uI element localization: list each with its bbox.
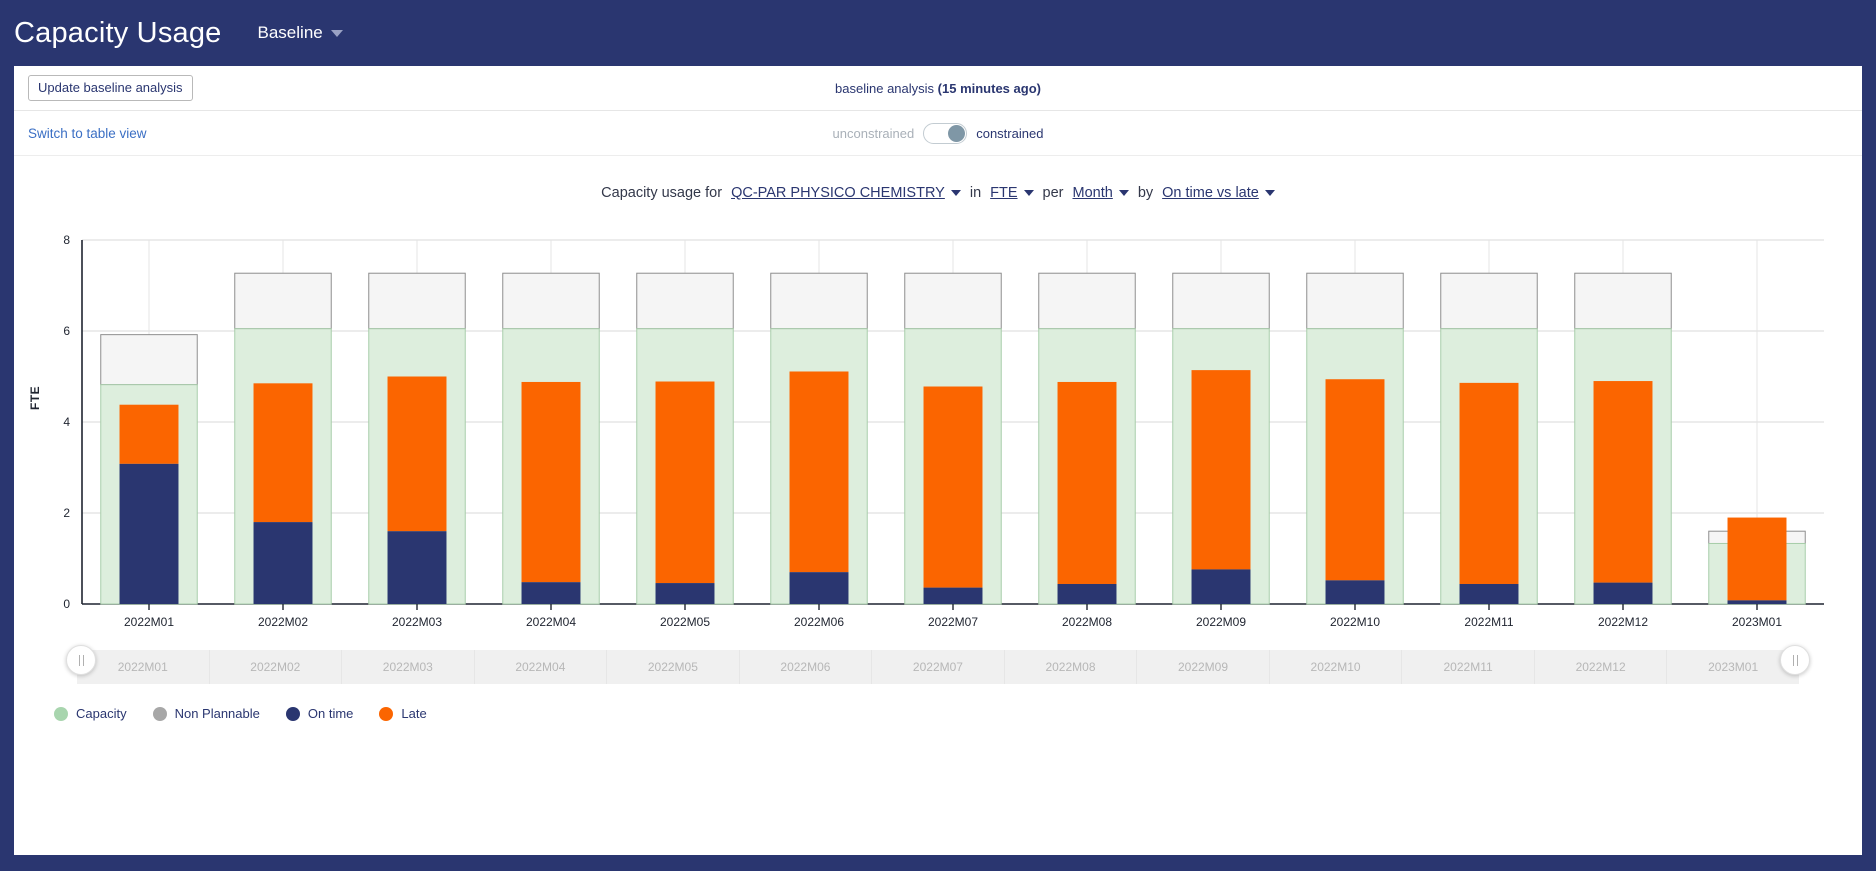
svg-text:2022M11: 2022M11 bbox=[1464, 615, 1513, 629]
chevron-down-icon bbox=[1118, 190, 1129, 196]
filter-in-label: in bbox=[969, 185, 982, 201]
baseline-status: baseline analysis (15 minutes ago) bbox=[14, 81, 1862, 96]
baseline-status-age: (15 minutes ago) bbox=[937, 80, 1041, 96]
content-panel: Update baseline analysis baseline analys… bbox=[14, 66, 1862, 855]
legend-swatch-icon bbox=[379, 706, 394, 721]
app-header: Capacity Usage Baseline bbox=[0, 0, 1876, 66]
legend-item-capacity[interactable]: Capacity bbox=[54, 706, 127, 721]
grouping-filter-value: On time vs late bbox=[1162, 185, 1259, 201]
chevron-down-icon bbox=[1264, 190, 1275, 196]
range-slider-tick: 2023M01 bbox=[1666, 650, 1799, 684]
period-filter-value: Month bbox=[1072, 185, 1113, 201]
entity-filter-value: QC-PAR PHYSICO CHEMISTRY bbox=[731, 185, 945, 201]
constrained-toggle-switch[interactable] bbox=[923, 122, 968, 144]
baseline-status-prefix: baseline analysis bbox=[835, 80, 935, 96]
unit-filter-dropdown[interactable]: FTE bbox=[990, 185, 1034, 201]
grouping-filter-dropdown[interactable]: On time vs late bbox=[1162, 185, 1275, 201]
range-slider-tick: 2022M04 bbox=[473, 650, 607, 684]
filter-per-label: per bbox=[1042, 185, 1064, 201]
range-slider-tick: 2022M07 bbox=[871, 650, 1004, 684]
svg-text:2022M05: 2022M05 bbox=[660, 615, 710, 629]
legend-swatch-icon bbox=[54, 706, 68, 721]
svg-text:2022M07: 2022M07 bbox=[928, 615, 978, 629]
filter-bar: Capacity usage for QC-PAR PHYSICO CHEMIS… bbox=[14, 156, 1862, 230]
toggle-label-unconstrained[interactable]: unconstrained bbox=[833, 126, 915, 141]
update-baseline-analysis-button[interactable]: Update baseline analysis bbox=[28, 74, 193, 102]
range-slider-tick: 2022M09 bbox=[1136, 650, 1269, 684]
filter-prefix-label: Capacity usage for bbox=[601, 185, 723, 201]
period-filter-dropdown[interactable]: Month bbox=[1073, 185, 1129, 201]
svg-text:2022M01: 2022M01 bbox=[124, 615, 174, 629]
chevron-down-icon bbox=[950, 190, 961, 196]
range-slider-right-handle[interactable] bbox=[1780, 645, 1810, 675]
subtoolbar: Switch to table view unconstrained const… bbox=[14, 111, 1862, 156]
svg-text:2022M09: 2022M09 bbox=[1196, 615, 1246, 629]
chart-svg: 0 2 4 6 8 2022M01 2022M02 2022M03 2022M04 2022M05… bbox=[63, 233, 1824, 629]
page-title: Capacity Usage bbox=[14, 16, 222, 49]
chevron-down-icon bbox=[1023, 190, 1034, 196]
constraint-toggle-group: unconstrained constrained bbox=[14, 122, 1862, 144]
svg-text:2022M04: 2022M04 bbox=[526, 615, 576, 629]
svg-text:4: 4 bbox=[63, 415, 70, 429]
svg-text:2022M12: 2022M12 bbox=[1598, 615, 1648, 629]
range-slider-tick: 2022M10 bbox=[1268, 650, 1402, 684]
time-range-slider[interactable]: 2022M01 2022M02 2022M03 2022M04 2022M05 2022M… bbox=[32, 645, 1844, 684]
range-slider-tick: 2022M12 bbox=[1533, 650, 1667, 684]
toggle-label-constrained[interactable]: constrained bbox=[976, 126, 1043, 141]
capacity-usage-chart[interactable]: FTE 0 2 4 6 8 2022M01 2022M02 2022M03 2022M04 202… bbox=[14, 230, 1862, 650]
svg-text:2022M02: 2022M02 bbox=[258, 615, 308, 629]
baseline-view-selector[interactable]: Baseline bbox=[258, 23, 343, 43]
legend-label: Capacity bbox=[76, 706, 127, 721]
svg-text:2022M06: 2022M06 bbox=[794, 615, 844, 629]
filter-by-label: by bbox=[1137, 185, 1154, 201]
range-slider-left-handle[interactable] bbox=[66, 645, 96, 675]
range-slider-tick: 2022M05 bbox=[606, 650, 739, 684]
legend-swatch-icon bbox=[285, 706, 300, 721]
legend-label: Non Plannable bbox=[174, 706, 260, 721]
legend-swatch-icon bbox=[152, 706, 167, 721]
svg-text:8: 8 bbox=[63, 233, 70, 247]
legend-label: On time bbox=[307, 706, 354, 721]
range-slider-tick: 2022M01 bbox=[117, 660, 168, 674]
unit-filter-value: FTE bbox=[990, 185, 1018, 201]
svg-text:2: 2 bbox=[63, 506, 70, 520]
toggle-knob bbox=[948, 124, 966, 142]
svg-text:2023M01: 2023M01 bbox=[1732, 615, 1782, 629]
legend-label: Late bbox=[401, 706, 427, 721]
chevron-down-icon bbox=[330, 29, 343, 37]
legend-item-late[interactable]: Late bbox=[379, 706, 427, 721]
range-slider-tick: 2022M06 bbox=[738, 650, 872, 684]
svg-text:2022M10: 2022M10 bbox=[1330, 615, 1380, 629]
chart-legend: Capacity Non Plannable On time Late bbox=[14, 684, 1862, 721]
svg-text:6: 6 bbox=[63, 324, 70, 338]
toolbar: Update baseline analysis baseline analys… bbox=[14, 66, 1862, 111]
range-slider-labels: 2022M01 2022M02 2022M03 2022M04 2022M05 2022M… bbox=[77, 650, 1799, 684]
svg-text:2022M03: 2022M03 bbox=[392, 615, 442, 629]
range-slider-tick: 2022M11 bbox=[1401, 650, 1534, 684]
range-slider-tick: 2022M03 bbox=[341, 650, 474, 684]
entity-filter-dropdown[interactable]: QC-PAR PHYSICO CHEMISTRY bbox=[731, 185, 961, 201]
svg-text:0: 0 bbox=[63, 597, 70, 611]
range-slider-tick: 2022M08 bbox=[1003, 650, 1137, 684]
legend-item-on-time[interactable]: On time bbox=[285, 706, 354, 721]
range-slider-tick: 2022M02 bbox=[208, 650, 342, 684]
baseline-view-label: Baseline bbox=[257, 23, 323, 42]
svg-text:2022M08: 2022M08 bbox=[1062, 615, 1112, 629]
legend-item-non-plannable[interactable]: Non Plannable bbox=[152, 706, 260, 721]
